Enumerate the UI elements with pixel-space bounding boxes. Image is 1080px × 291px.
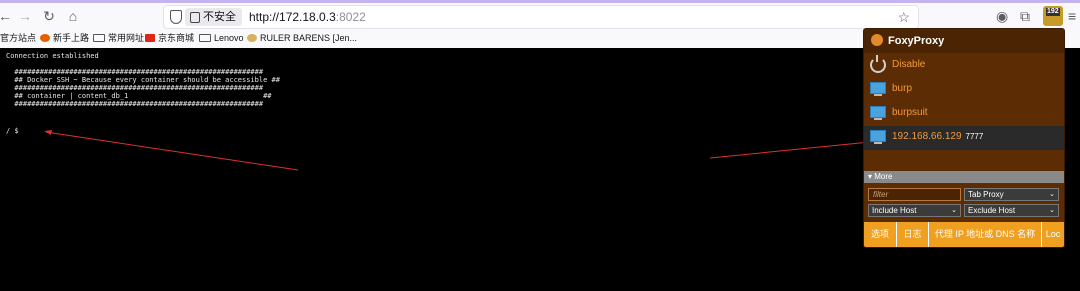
foxyproxy-title: FoxyProxy [888,35,945,47]
proxy-item-disable[interactable]: Disable [864,54,1064,78]
terminal-line: ## container | content_db_1 ## [6,92,272,100]
monitor-icon [870,82,886,96]
bookmark-label: 京东商城 [158,33,195,43]
url-port: :8022 [335,10,366,24]
url-text[interactable]: http://172.18.0.3:8022 [249,6,366,28]
include-host-value: Include Host [872,206,917,215]
terminal-prompt: / $ [6,127,19,135]
terminal-line: Connection established [6,52,99,60]
bookmark-lenovo[interactable]: Lenovo [199,29,244,48]
foxyproxy-header: FoxyProxy [864,29,1064,53]
proxy-item-label: Disable [892,59,926,70]
terminal-line: ## Docker SSH ~ Because every container … [6,76,280,84]
reload-button[interactable]: ↻ [40,7,58,25]
include-host-select[interactable]: Include Host ⌄ [868,204,961,217]
bookmark-jd[interactable]: 京东商城 [145,29,194,48]
terminal-line: ########################################… [6,84,264,92]
chevron-down-icon: ⌄ [951,207,957,214]
extensions-icon[interactable]: ⧉ [1020,8,1030,24]
proxy-item-port: 7777 [965,132,984,141]
terminal-line: ########################################… [6,68,264,76]
url-bar[interactable]: 不安全 http://172.18.0.3:8022 ☆ [163,5,919,29]
home-button[interactable]: ⌂ [64,7,82,25]
log-button[interactable]: 日志 [897,222,929,247]
folder-icon [199,34,211,42]
filter-input[interactable]: filter [868,188,961,201]
tab-proxy-value: Tab Proxy [968,190,1004,199]
bookmark-getting-started[interactable]: 新手上路 [40,29,89,48]
proxy-item-host: 192.168.66.129 [892,131,962,142]
exclude-host-value: Exclude Host [968,206,1016,215]
jenkins-icon [247,34,257,42]
more-toggle[interactable]: ▾ More [864,171,1064,183]
bookmark-common-sites[interactable]: 常用网址 [93,29,144,48]
forward-button[interactable]: → [16,7,34,25]
bookmark-label: 新手上路 [53,33,90,43]
back-button[interactable]: ← [0,7,14,25]
foxyproxy-logo-icon [871,34,883,46]
foxyproxy-popup: FoxyProxy Disable burp burpsuit 192.168.… [863,28,1065,248]
options-button[interactable]: 选项 [864,222,897,247]
url-host: http://172.18.0.3 [249,10,336,24]
tab-proxy-select[interactable]: Tab Proxy ⌄ [964,188,1059,201]
menu-icon[interactable]: ≡ [1068,8,1076,24]
foxyproxy-badge: 192 [1046,8,1060,16]
monitor-icon [870,130,886,144]
tracking-shield-icon[interactable] [170,10,182,24]
location-button[interactable]: Loc [1042,222,1064,247]
insecure-label: 不安全 [203,11,236,23]
ip-dns-button[interactable]: 代理 IP 地址或 DNS 名称 [929,222,1042,247]
bookmark-label: RULER BARENS [Jen... [260,33,358,43]
power-icon [870,55,886,73]
account-icon[interactable]: ◉ [996,8,1008,24]
filter-placeholder: filter [873,190,889,199]
jd-icon [145,34,155,42]
connection-insecure-badge[interactable]: 不安全 [185,8,242,26]
proxy-item-burpsuit[interactable]: burpsuit [864,102,1064,126]
terminal-line: ########################################… [6,100,264,108]
proxy-item-label: burpsuit [892,107,928,118]
action-button-bar: 选项 日志 代理 IP 地址或 DNS 名称 Loc [864,222,1064,247]
bookmark-label: 官方站点 [0,33,37,43]
bookmark-jenkins[interactable]: RULER BARENS [Jen... [247,29,357,48]
proxy-item-burp[interactable]: burp [864,78,1064,102]
proxy-item-label: burp [892,83,913,94]
chevron-down-icon: ⌄ [1049,207,1055,214]
firefox-icon [40,34,50,42]
folder-icon [93,34,105,42]
proxy-item-192-168-66-129[interactable]: 192.168.66.129 7777 [864,126,1064,150]
bookmark-label: Lenovo [214,33,244,43]
monitor-icon [870,106,886,120]
insecure-lock-icon [190,12,200,23]
bookmark-star-icon[interactable]: ☆ [897,7,910,27]
bookmark-label: 常用网址 [108,33,145,43]
exclude-host-select[interactable]: Exclude Host ⌄ [964,204,1059,217]
proxy-item-label: 192.168.66.129 7777 [892,126,983,148]
chevron-down-icon: ⌄ [1049,191,1055,198]
navigation-toolbar: ← → ↻ ⌂ 不安全 http://172.18.0.3:8022 ☆ ◉ ⧉… [0,3,1080,29]
bookmark-official-site[interactable]: 官方站点 [0,29,36,48]
